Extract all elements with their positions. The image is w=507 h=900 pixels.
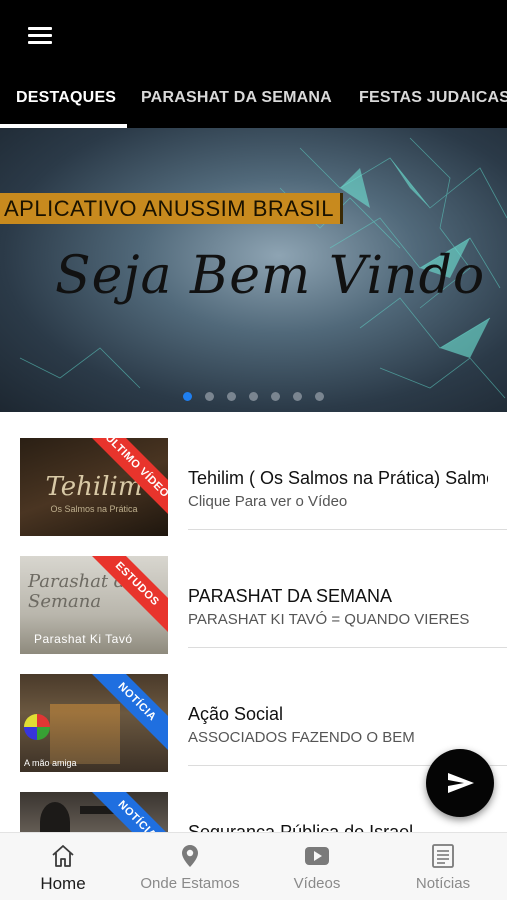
- nav-home[interactable]: Home: [18, 833, 108, 900]
- news-icon: [432, 844, 454, 868]
- video-thumbnail: Tehilim Os Salmos na Prática ÚLTIMO VÍDE…: [20, 438, 168, 536]
- carousel-dot[interactable]: [315, 392, 324, 401]
- item-subtitle: PARASHAT KI TAVÓ = QUANDO VIERES: [188, 611, 470, 628]
- thumbnail-subtitle: Os Salmos na Prática: [50, 504, 138, 514]
- send-icon: [448, 773, 474, 793]
- location-pin-icon: [182, 845, 198, 867]
- nav-noticias[interactable]: Notícias: [398, 833, 488, 900]
- tab-parashat-da-semana[interactable]: PARASHAT DA SEMANA: [141, 72, 332, 128]
- video-icon: [305, 847, 329, 865]
- carousel-dot[interactable]: [205, 392, 214, 401]
- thumbnail-subtitle: Parashat Ki Tavó: [34, 632, 133, 646]
- bottom-navigation: Home Onde Estamos Vídeos Notícias: [0, 832, 507, 900]
- news-thumbnail: NOTÍCIA: [20, 792, 168, 832]
- banner-carousel[interactable]: APLICATIVO ANUSSIM BRASIL Seja Bem Vindo: [0, 128, 507, 412]
- nav-label: Notícias: [415, 875, 471, 892]
- item-subtitle: Clique Para ver o Vídeo: [188, 493, 348, 510]
- carousel-dot[interactable]: [227, 392, 236, 401]
- item-title: PARASHAT DA SEMANA: [188, 586, 393, 606]
- carousel-dot[interactable]: [183, 392, 192, 401]
- carousel-dot[interactable]: [271, 392, 280, 401]
- carousel-dot[interactable]: [249, 392, 258, 401]
- study-thumbnail: Parashat da Semana Parashat Ki Tavó ESTU…: [20, 556, 168, 654]
- home-icon: [52, 845, 74, 867]
- nav-label: Home: [40, 874, 86, 893]
- tab-destaques[interactable]: DESTAQUES: [16, 72, 116, 128]
- banner-welcome-text: Seja Bem Vindo: [55, 246, 486, 306]
- tab-bar: DESTAQUES PARASHAT DA SEMANA FESTAS JUDA…: [0, 72, 507, 128]
- news-thumbnail: A mão amiga NOTÍCIA: [20, 674, 168, 772]
- nav-label: Onde Estamos: [140, 875, 240, 892]
- send-button[interactable]: [426, 749, 494, 817]
- item-title: Ação Social: [188, 704, 284, 724]
- tab-festas-judaicas[interactable]: FESTAS JUDAICAS: [359, 72, 507, 128]
- list-item[interactable]: Tehilim Os Salmos na Prática ÚLTIMO VÍDE…: [0, 412, 507, 536]
- item-subtitle: ASSOCIADOS FAZENDO O BEM: [188, 729, 415, 746]
- nav-label: Vídeos: [293, 875, 341, 892]
- nav-onde-estamos[interactable]: Onde Estamos: [130, 833, 250, 900]
- banner-title: APLICATIVO ANUSSIM BRASIL: [0, 193, 343, 224]
- item-title: Tehilim ( Os Salmos na Prática) Salmo 8: [188, 468, 488, 488]
- logo-icon: [24, 714, 50, 740]
- item-title: Segurança Pública de Israel: [188, 822, 414, 832]
- nav-videos[interactable]: Vídeos: [272, 833, 362, 900]
- carousel-dot[interactable]: [293, 392, 302, 401]
- app-bar: DESTAQUES PARASHAT DA SEMANA FESTAS JUDA…: [0, 0, 507, 128]
- hamburger-menu-icon[interactable]: [22, 22, 58, 50]
- list-item[interactable]: Parashat da Semana Parashat Ki Tavó ESTU…: [0, 530, 507, 654]
